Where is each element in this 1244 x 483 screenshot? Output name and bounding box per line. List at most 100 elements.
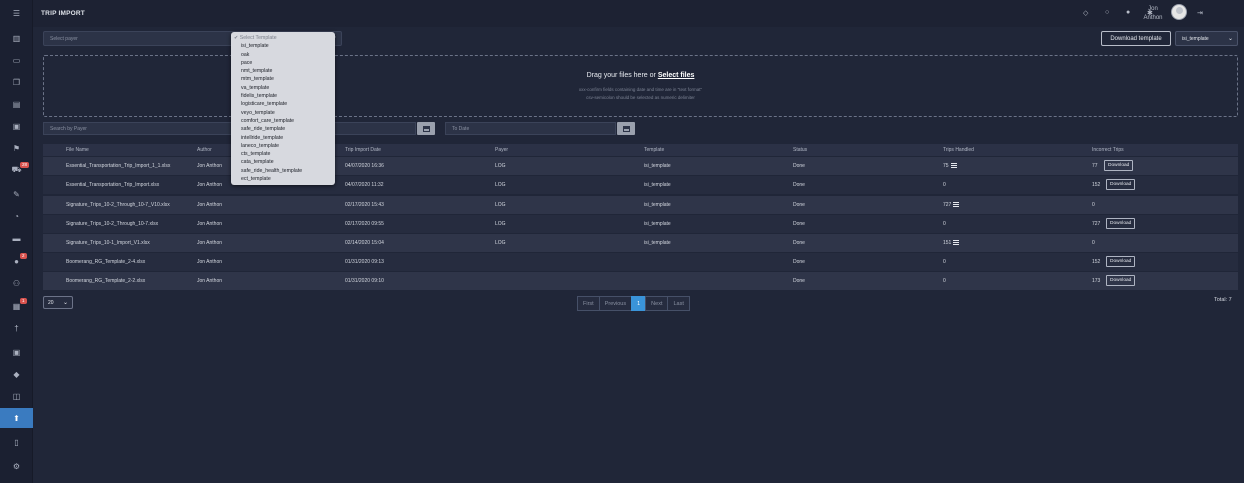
col-import-date[interactable]: Trip Import Date <box>345 147 381 153</box>
dropdown-option[interactable]: veyo_template <box>231 109 335 117</box>
per-page-select[interactable]: 20 ⌄ <box>43 296 73 309</box>
dropdown-option[interactable]: fidelis_template <box>231 92 335 100</box>
car-icon[interactable]: ⛟ 28 <box>0 160 33 180</box>
page-first[interactable]: First <box>577 296 600 311</box>
search-payer-input[interactable]: Search by Payer <box>43 122 416 135</box>
file-name: Signature_Trips_10-2_Through_10-7_V10.xl… <box>66 202 170 208</box>
page-current[interactable]: 1 <box>631 296 647 311</box>
clock-icon[interactable]: ◔ <box>0 206 33 226</box>
user-icon[interactable]: ● 2 <box>0 251 33 271</box>
card-icon[interactable]: ▬ <box>0 228 33 248</box>
select-files-link[interactable]: Select files <box>658 72 695 79</box>
dropdown-option[interactable]: ect_template <box>231 175 335 183</box>
user-name[interactable]: Jon Anthon <box>1138 5 1168 23</box>
download-button[interactable]: Download <box>1106 256 1136 267</box>
dropdown-option[interactable]: mtm_template <box>231 75 335 83</box>
dropdown-option[interactable]: logisticare_template <box>231 100 335 108</box>
calendar-icon[interactable] <box>617 122 635 135</box>
col-file-name[interactable]: File Name <box>66 147 89 153</box>
list-icon[interactable] <box>950 163 957 169</box>
col-status[interactable]: Status <box>793 147 807 153</box>
import-date: 02/17/2020 15:43 <box>345 202 384 208</box>
dropdown-option[interactable]: safe_ride_health_template <box>231 167 335 175</box>
columns-icon[interactable]: ◫ <box>0 386 33 406</box>
trips-handled: 0 <box>943 259 946 265</box>
payer: LOG <box>495 202 506 208</box>
download-button[interactable]: Download <box>1106 179 1136 190</box>
template-select[interactable]: isi_template ⌄ <box>1175 31 1238 46</box>
briefcase-icon[interactable]: ▦ 1 <box>0 296 33 316</box>
sidebar: ☰ ▥ ▭ ❐ ▤ ▣ ⚑ ⛟ 28 ✎ ◔ ▬ ● 2 ⚇ ▦ 1 † ▣ ◆ ◫ … <box>0 0 33 483</box>
copy-icon[interactable]: ❐ <box>0 72 33 92</box>
template-dropdown[interactable]: ✔ Select Template isi_template oak pace … <box>231 32 335 185</box>
bus-icon[interactable]: ▣ <box>0 116 33 136</box>
file-dropzone[interactable]: Drag your files here or Select files xxx… <box>43 55 1238 117</box>
col-author[interactable]: Author <box>197 147 212 153</box>
table-row: Signature_Trips_10-2_Through_10-7_V10.xl… <box>43 196 1238 214</box>
page-next[interactable]: Next <box>645 296 669 311</box>
status: Done <box>793 202 805 208</box>
author: Jon Anthon <box>197 202 223 208</box>
money-icon[interactable]: ▣ <box>0 342 33 362</box>
car-badge: 28 <box>20 162 30 168</box>
dropdown-option[interactable]: intellride_template <box>231 134 335 142</box>
col-trips-handled[interactable]: Trips Handled <box>943 147 974 153</box>
incorrect-trips: 0 <box>1092 202 1095 208</box>
dropdown-option[interactable]: comfort_care_template <box>231 117 335 125</box>
comment-icon[interactable]: ○ <box>1105 9 1109 16</box>
col-payer[interactable]: Payer <box>495 147 508 153</box>
status: Done <box>793 163 805 169</box>
logout-icon[interactable]: ⇥ <box>1197 9 1203 17</box>
flag-icon[interactable]: ⚑ <box>0 138 33 158</box>
menu-icon[interactable]: ☰ <box>0 3 33 23</box>
table-header: File Name Author Trip Import Date Payer … <box>43 144 1238 156</box>
tag-icon[interactable]: ◆ <box>0 364 33 384</box>
bell-icon[interactable]: ◇ <box>1083 9 1088 17</box>
dropdown-option[interactable]: cata_template <box>231 158 335 166</box>
file-name: Boomerang_RG_Template_2-4.xlsx <box>66 259 146 265</box>
list-icon[interactable] <box>953 240 960 246</box>
user-badge: 2 <box>20 253 27 259</box>
incorrect-trips: 152 <box>1092 259 1101 265</box>
template: isi_template <box>644 221 671 227</box>
briefcase-badge: 1 <box>20 298 27 304</box>
download-button[interactable]: Download <box>1106 275 1136 286</box>
dropdown-option[interactable]: safe_ride_template <box>231 125 335 133</box>
page-previous[interactable]: Previous <box>598 296 633 311</box>
file-name: Signature_Trips_10-1_Import_V1.xlsx <box>66 240 150 246</box>
incorrect-trips: 77 <box>1092 163 1098 169</box>
calendar-icon[interactable] <box>417 122 435 135</box>
download-template-button[interactable]: Download template <box>1101 31 1171 46</box>
person-icon[interactable]: † <box>0 318 33 338</box>
dropdown-option[interactable]: isi_template <box>231 42 335 50</box>
status: Done <box>793 221 805 227</box>
page-last[interactable]: Last <box>667 296 690 311</box>
col-template[interactable]: Template <box>644 147 664 153</box>
wrench-icon[interactable]: ✎ <box>0 184 33 204</box>
archive-icon[interactable]: ▤ <box>0 94 33 114</box>
import-date: 02/17/2020 09:55 <box>345 221 384 227</box>
dropdown-option[interactable]: laneco_template <box>231 142 335 150</box>
template: isi_template <box>644 202 671 208</box>
dashboard-chart-icon[interactable]: ▥ <box>0 28 33 48</box>
chat-icon[interactable]: ● <box>1126 9 1130 16</box>
cogs-icon[interactable]: ⚙ <box>0 456 33 476</box>
dropdown-option[interactable]: cts_template <box>231 150 335 158</box>
incorrect-trips: 173 <box>1092 278 1101 284</box>
mobile-icon[interactable]: ▯ <box>0 432 33 452</box>
dropdown-option[interactable]: oak <box>231 51 335 59</box>
download-button[interactable]: Download <box>1106 218 1136 229</box>
dropdown-option[interactable]: pace <box>231 59 335 67</box>
dropdown-option[interactable]: nmt_template <box>231 67 335 75</box>
download-button[interactable]: Download <box>1104 160 1134 171</box>
col-incorrect-trips[interactable]: Incorrect Trips <box>1092 147 1124 153</box>
dropdown-option[interactable]: va_template <box>231 84 335 92</box>
trip-import-icon[interactable]: ⬆ <box>0 408 33 428</box>
avatar[interactable] <box>1171 4 1187 20</box>
monitor-icon[interactable]: ▭ <box>0 50 33 70</box>
status: Done <box>793 182 805 188</box>
users-icon[interactable]: ⚇ <box>0 273 33 293</box>
to-date-input[interactable]: To Date <box>445 122 616 135</box>
list-icon[interactable] <box>953 202 960 208</box>
pagination: First Previous 1 Next Last <box>577 296 690 311</box>
